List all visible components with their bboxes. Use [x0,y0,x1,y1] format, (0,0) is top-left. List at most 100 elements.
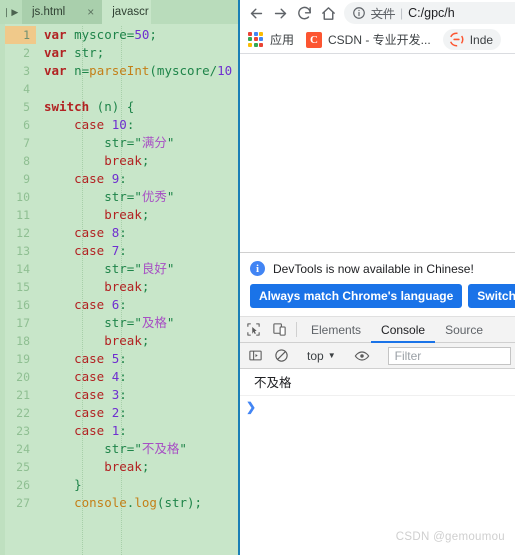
tab-scroll-arrows[interactable]: ❘ ▶ [0,0,22,24]
code-line[interactable]: case 4: [36,368,238,386]
devtools-tab-sources[interactable]: Source [435,317,493,342]
clear-console-icon[interactable] [268,348,294,363]
code-line[interactable]: str="及格" [36,314,238,332]
code-line[interactable]: case 7: [36,242,238,260]
code-token: " [179,441,187,456]
code-line[interactable]: break; [36,152,238,170]
code-line[interactable]: case 8: [36,224,238,242]
devtools-tab-console[interactable]: Console [371,317,436,343]
bookmark-csdn-label: CSDN - 专业开发... [328,33,431,47]
bookmark-apps[interactable]: 应用 [248,31,294,48]
address-url-text: C:/gpc/h [408,6,455,20]
code-line[interactable]: } [36,476,238,494]
code-token: case [74,243,105,258]
code-token: " [134,261,142,276]
apps-grid-icon [248,31,264,48]
inspect-cursor-icon[interactable] [240,317,266,342]
back-arrow-icon[interactable] [244,1,268,25]
code-line[interactable]: case 10: [36,116,238,134]
bookmark-index[interactable]: Inde [442,29,502,50]
switch-devtools-language-button[interactable]: Switch D [468,284,515,308]
code-line[interactable]: break; [36,332,238,350]
reload-icon[interactable] [292,1,316,25]
code-line[interactable]: case 9: [36,170,238,188]
editor-tab-js-html[interactable]: js.html × [22,0,103,24]
code-line[interactable]: case 6: [36,296,238,314]
code-line[interactable]: case 2: [36,404,238,422]
devtools-notice-text: DevTools is now available in Chinese! [273,261,474,276]
editor-tab-javascript[interactable]: javascr [102,0,151,24]
code-token: } [74,477,82,492]
address-bar[interactable]: 文件 | C:/gpc/h [344,2,515,24]
code-line[interactable]: str="优秀" [36,188,238,206]
line-number: 8 [23,154,30,168]
code-line[interactable]: break; [36,206,238,224]
device-toolbar-icon[interactable] [266,317,292,342]
console-filter-input[interactable]: Filter [387,346,511,365]
code-line[interactable]: str="不及格" [36,440,238,458]
console-input-prompt[interactable]: ❯ [240,396,515,414]
code-line[interactable]: str="满分" [36,134,238,152]
home-icon[interactable] [316,1,340,25]
code-token: str [104,441,127,456]
code-token: 满分 [141,135,167,150]
bookmark-csdn[interactable]: C CSDN - 专业开发... [306,31,431,48]
code-line[interactable]: break; [36,458,238,476]
code-token: parseInt [89,63,150,78]
console-context-selector[interactable]: top ▼ [303,349,340,363]
close-icon[interactable]: × [87,6,94,18]
code-line[interactable]: str="良好" [36,260,238,278]
tab-next-icon[interactable]: ▶ [11,7,19,18]
screenshot-root: ❘ ▶ js.html × javascr 1 2 3 4 5 6 7 8 9 10 11 12 13 1… [0,0,515,555]
code-line[interactable]: switch (n) { [36,98,238,116]
console-sidebar-icon[interactable] [242,348,268,363]
code-line[interactable]: var str; [36,44,238,62]
console-output[interactable]: 不及格 ❯ [240,369,515,555]
tab-prev-icon[interactable]: ❘ [3,7,12,18]
always-match-language-button[interactable]: Always match Chrome's language [250,284,463,308]
code-token: : [119,387,127,402]
code-line[interactable]: break; [36,278,238,296]
code-token: var [44,45,67,60]
code-line[interactable]: var n=parseInt(myscore/10 [36,62,238,80]
code-line[interactable]: var myscore=50; [36,26,238,44]
code-token: 10 [111,117,127,132]
code-line[interactable]: console.log(str); [36,494,238,512]
line-number: 23 [16,424,30,438]
line-number-gutter[interactable]: 1 2 3 4 5 6 7 8 9 10 11 12 13 14 15 16 17 18 19 20 21 22 23 24 2… [5,24,36,555]
line-number: 25 [16,460,30,474]
code-token: var [44,27,67,42]
code-token: 良好 [141,261,167,276]
code-line[interactable]: case 1: [36,422,238,440]
line-number: 22 [16,406,30,420]
console-message: 不及格 [240,369,515,396]
code-token: " [166,315,175,330]
code-token: : [119,297,127,312]
web-page-viewport: i DevTools is now available in Chinese! … [240,54,515,555]
page-info-icon[interactable] [352,6,366,20]
code-token: var [44,63,67,78]
live-expression-icon[interactable] [349,348,375,364]
code-text-area[interactable]: var myscore=50; var str; var n=parseInt(my… [36,24,238,555]
console-context-label: top [307,348,324,363]
code-token: " [134,315,142,330]
address-scheme-label: 文件 [371,6,396,21]
devtools-tab-label: Console [381,322,426,337]
code-line[interactable]: case 3: [36,386,238,404]
devtools-tab-elements[interactable]: Elements [301,317,371,342]
code-line[interactable]: case 5: [36,350,238,368]
code-line[interactable] [36,80,238,98]
code-token: ; [141,333,150,348]
code-token: 10 [217,63,233,78]
forward-arrow-icon[interactable] [268,1,292,25]
code-token: break [104,459,142,474]
